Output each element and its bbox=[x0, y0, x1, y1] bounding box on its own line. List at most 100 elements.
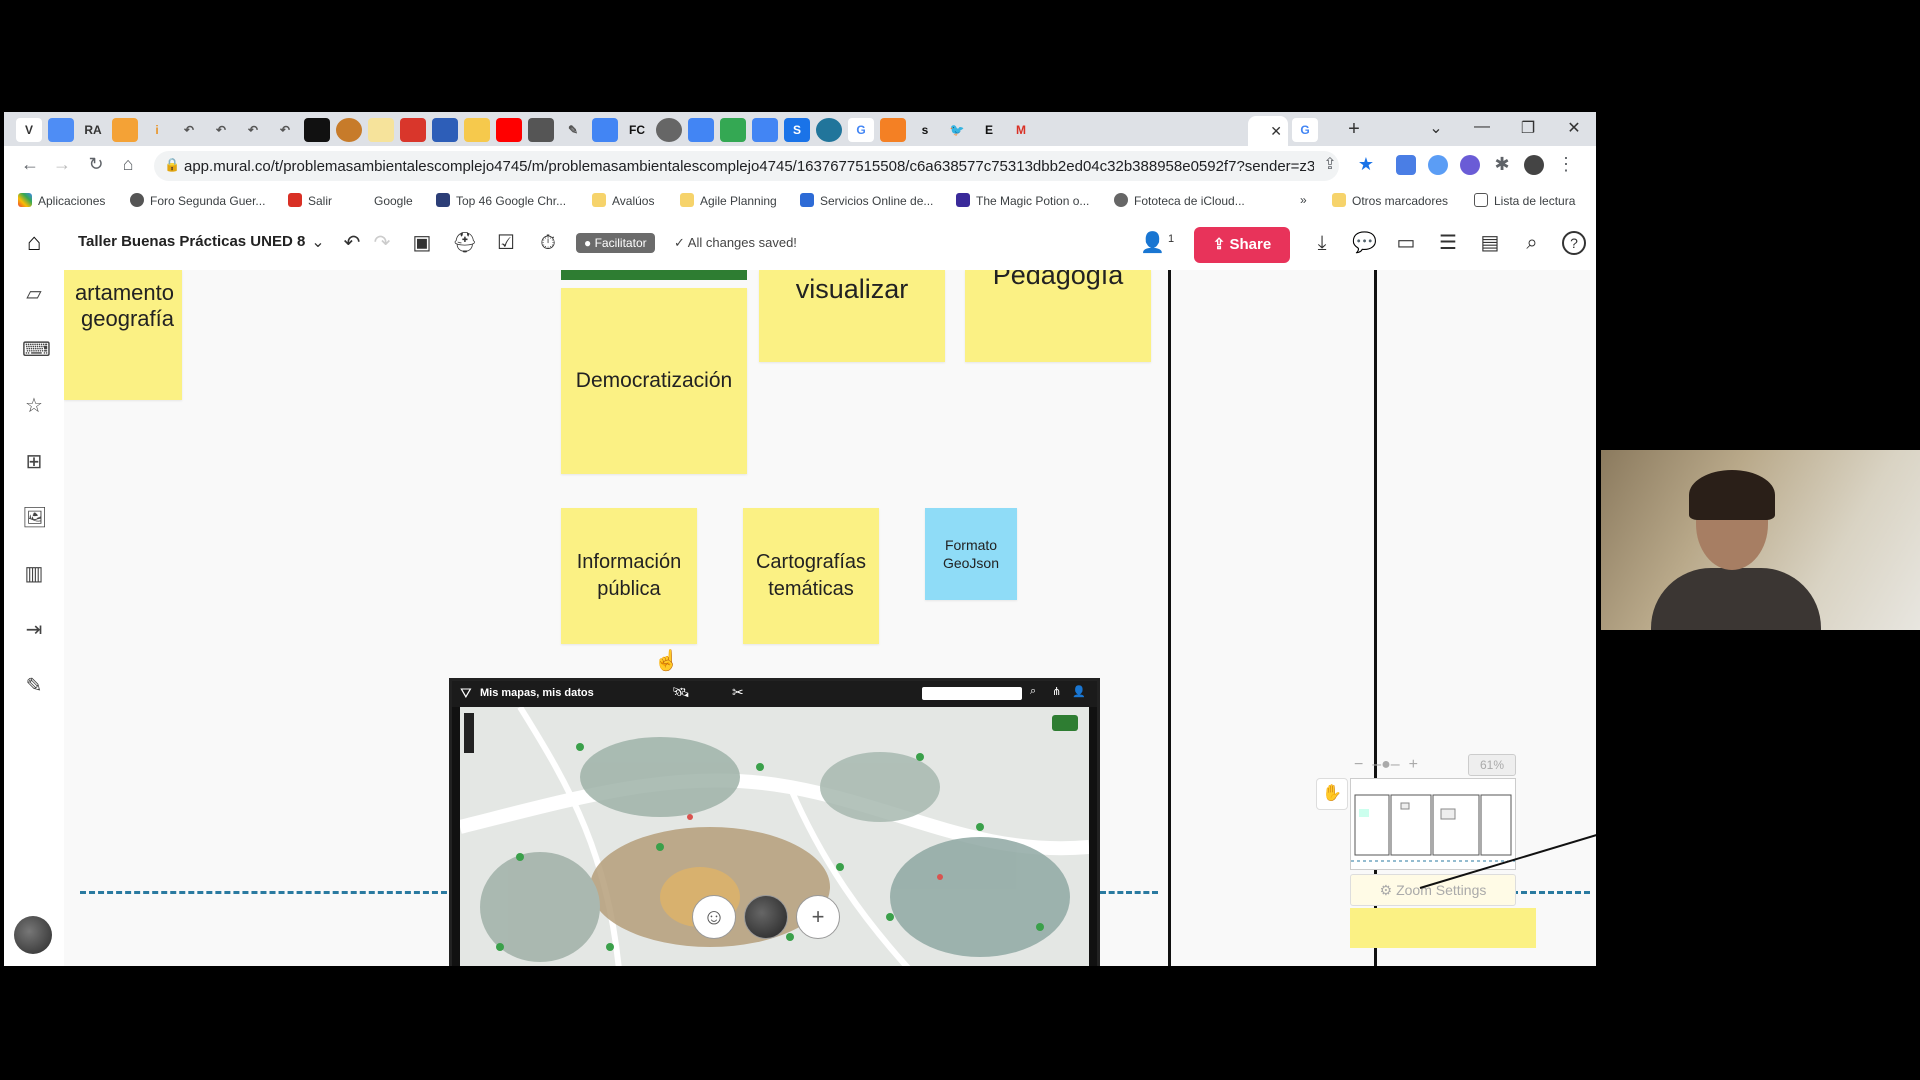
user-icon[interactable]: 👤 bbox=[1072, 685, 1086, 698]
bookmark-item[interactable]: Google bbox=[354, 193, 413, 208]
tab-s[interactable]: S bbox=[784, 118, 810, 142]
map-search-input[interactable] bbox=[922, 687, 1022, 700]
gmail-icon[interactable]: M bbox=[1008, 118, 1034, 142]
restore-icon[interactable]: ❐ bbox=[1516, 118, 1540, 138]
reload-icon[interactable]: ↻ bbox=[84, 154, 108, 175]
tab-favicon[interactable] bbox=[432, 118, 458, 142]
chevron-down-icon[interactable]: ⌄ bbox=[306, 231, 330, 255]
drive-icon[interactable] bbox=[720, 118, 746, 142]
map-screenshot[interactable]: ⛛ Mis mapas, mis datos 🛰 ✂ ⌕ ⋔ 👤 ☺ + bbox=[449, 678, 1100, 966]
timer-icon[interactable]: ⏱ bbox=[536, 231, 560, 255]
bookmark-item[interactable]: Servicios Online de... bbox=[800, 193, 933, 208]
tab-undo-icon[interactable]: ↶ bbox=[208, 118, 234, 142]
tab-active[interactable]: ✕ bbox=[1248, 116, 1288, 146]
bookmark-item[interactable]: Salir bbox=[288, 193, 332, 208]
share-page-icon[interactable]: ⇪ bbox=[1318, 154, 1342, 174]
sticky-note-partial[interactable] bbox=[1350, 908, 1536, 948]
sticky-note[interactable]: Pedagogía bbox=[965, 270, 1151, 362]
bookmark-item[interactable]: The Magic Potion o... bbox=[956, 193, 1089, 208]
tab-favicon[interactable] bbox=[464, 118, 490, 142]
tab-e[interactable]: E bbox=[976, 118, 1002, 142]
calendar-icon[interactable] bbox=[688, 118, 714, 142]
tab-tool-icon[interactable]: ✎ bbox=[560, 118, 586, 142]
frameworks-icon[interactable]: ⊞ bbox=[22, 450, 46, 474]
profile-avatar[interactable] bbox=[1524, 155, 1544, 175]
sitemap-icon[interactable]: ⋔ bbox=[1052, 685, 1061, 698]
outline-list-icon[interactable]: ▤ bbox=[1478, 231, 1502, 255]
participants-icon[interactable]: 👤 bbox=[1140, 231, 1165, 255]
back-icon[interactable]: ← bbox=[18, 154, 42, 175]
tab-favicon[interactable] bbox=[304, 118, 330, 142]
tab-fc[interactable]: FC bbox=[624, 118, 650, 142]
menu-dots-icon[interactable]: ⋮ bbox=[1554, 154, 1578, 175]
docs-icon[interactable] bbox=[752, 118, 778, 142]
share-button[interactable]: ⇪ Share bbox=[1194, 227, 1290, 263]
tab-i[interactable]: i bbox=[144, 118, 170, 142]
extension-icon[interactable] bbox=[1428, 155, 1448, 175]
url-field[interactable]: 🔒 app.mural.co/t/problemasambientalescom… bbox=[154, 151, 1339, 181]
translate-ext-icon[interactable] bbox=[1396, 155, 1416, 175]
sticky-note[interactable]: Cartografías temáticas bbox=[743, 508, 879, 644]
bookmark-star-icon[interactable]: ★ bbox=[1354, 154, 1378, 175]
chat-icon[interactable]: 💬 bbox=[1352, 231, 1377, 255]
home-icon[interactable]: ⌂ bbox=[116, 154, 140, 175]
bookmark-item[interactable]: Agile Planning bbox=[680, 193, 777, 208]
bookmark-item[interactable]: Foro Segunda Guer... bbox=[130, 193, 265, 208]
close-tab-icon[interactable]: ✕ bbox=[1270, 123, 1282, 140]
board-title[interactable]: Taller Buenas Prácticas UNED 8 bbox=[78, 233, 305, 250]
comments-icon[interactable]: ▭ bbox=[1394, 231, 1418, 255]
activity-icon[interactable]: ☰ bbox=[1436, 231, 1460, 255]
download-icon[interactable]: ⤓ bbox=[1310, 231, 1334, 255]
sticky-note[interactable]: Democratización bbox=[561, 288, 747, 474]
bookmark-item[interactable]: Otros marcadores bbox=[1332, 193, 1448, 208]
star-icon[interactable]: ☆ bbox=[22, 394, 46, 418]
sticky-note[interactable]: visualizar bbox=[759, 270, 945, 362]
home-icon[interactable]: ⌂ bbox=[22, 231, 46, 255]
library-icon[interactable]: ▥ bbox=[22, 562, 46, 586]
extension-icon[interactable] bbox=[1460, 155, 1480, 175]
sticky-note[interactable]: artamento geografía bbox=[64, 270, 182, 400]
outline-icon[interactable]: ▣ bbox=[410, 231, 434, 255]
sticky-note[interactable]: Información pública bbox=[561, 508, 697, 644]
google-icon[interactable]: G bbox=[848, 118, 874, 142]
sticky-note-icon[interactable]: ▱ bbox=[22, 282, 46, 306]
text-icon[interactable]: ⌨ bbox=[22, 338, 51, 362]
add-collaborator-icon[interactable]: + bbox=[796, 895, 840, 939]
tab-favicon[interactable] bbox=[400, 118, 426, 142]
tab-search-icon[interactable]: ⌄ bbox=[1424, 118, 1448, 138]
user-avatar[interactable] bbox=[14, 916, 52, 954]
pencil-icon[interactable]: ✎ bbox=[22, 674, 46, 698]
zoom-slider[interactable]: − –●– + bbox=[1354, 756, 1418, 774]
tab-favicon[interactable] bbox=[336, 118, 362, 142]
bookmark-item[interactable]: Fototeca de iCloud... bbox=[1114, 193, 1245, 208]
tab-favicon[interactable] bbox=[656, 118, 682, 142]
wordpress-icon[interactable] bbox=[816, 118, 842, 142]
image-icon[interactable]: 🖼 bbox=[22, 506, 47, 530]
tab-v[interactable]: V bbox=[16, 118, 42, 142]
hand-tool-icon[interactable]: ✋ bbox=[1316, 778, 1348, 810]
twitter-icon[interactable]: 🐦 bbox=[944, 118, 970, 142]
emoji-reaction-icon[interactable]: ☺ bbox=[692, 895, 736, 939]
bookmark-item[interactable]: Avalúos bbox=[592, 193, 654, 208]
bookmark-item[interactable]: Lista de lectura bbox=[1474, 193, 1575, 208]
tab-favicon[interactable] bbox=[528, 118, 554, 142]
search-icon[interactable]: ⌕ bbox=[1030, 685, 1036, 698]
tab-undo-icon[interactable]: ↶ bbox=[240, 118, 266, 142]
new-tab-icon[interactable]: + bbox=[1342, 118, 1366, 141]
voting-icon[interactable]: ☑ bbox=[494, 231, 518, 255]
mural-canvas[interactable]: artamento geografía Democratización visu… bbox=[64, 270, 1596, 966]
more-bookmarks-button[interactable]: » bbox=[1300, 193, 1307, 207]
tab-favicon[interactable] bbox=[880, 118, 906, 142]
puzzle-icon[interactable]: ✱ bbox=[1490, 154, 1514, 175]
zoom-percent[interactable]: 61% bbox=[1468, 754, 1516, 776]
tab-undo-icon[interactable]: ↶ bbox=[176, 118, 202, 142]
tab-ra[interactable]: RA bbox=[80, 118, 106, 142]
tab-favicon[interactable] bbox=[368, 118, 394, 142]
youtube-icon[interactable] bbox=[496, 118, 522, 142]
search-icon[interactable]: ⌕ bbox=[1520, 231, 1544, 255]
sticky-note-blue[interactable]: Formato GeoJson bbox=[925, 508, 1017, 600]
forward-icon[interactable]: → bbox=[50, 154, 74, 175]
bookmark-item[interactable]: Aplicaciones bbox=[18, 193, 105, 208]
google-icon[interactable]: G bbox=[1292, 118, 1318, 142]
import-icon[interactable]: ⇥ bbox=[22, 618, 46, 642]
